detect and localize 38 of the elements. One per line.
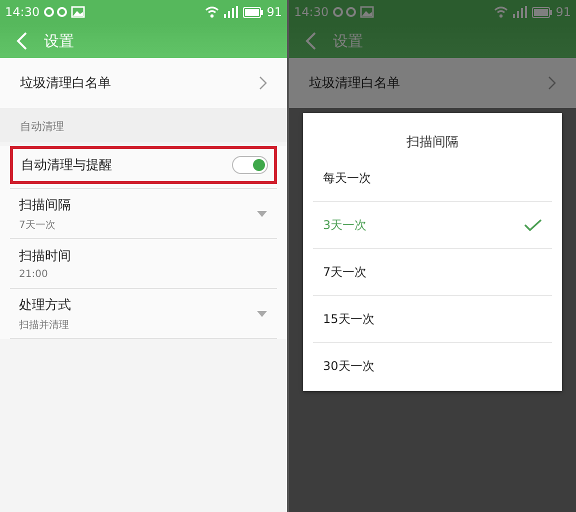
- notification-icons: [44, 6, 86, 18]
- signal-icon: [222, 6, 239, 18]
- interval-option[interactable]: 7天一次: [313, 248, 552, 295]
- wifi-icon: [204, 6, 219, 18]
- notification-icons: [332, 6, 375, 18]
- signal-icon: [512, 6, 528, 18]
- chevron-icon: [259, 76, 267, 90]
- whitelist-item[interactable]: 垃圾清理白名单: [0, 58, 287, 108]
- whitelist-item[interactable]: 垃圾清理白名单: [289, 58, 576, 108]
- screen-title: 设置: [333, 32, 363, 50]
- dropdown-icon[interactable]: [257, 310, 267, 316]
- interval-option[interactable]: 15天一次: [313, 295, 552, 342]
- setting-value: 扫描并清理: [19, 318, 70, 332]
- setting-value: 7天一次: [19, 218, 56, 232]
- auto-clean-row[interactable]: 自动清理与提醒: [10, 146, 277, 184]
- setting-label: 处理方式: [19, 296, 71, 314]
- interval-option[interactable]: 30天一次: [313, 342, 552, 389]
- section-header: 自动清理: [0, 108, 287, 142]
- setting-value: 21:00: [19, 269, 49, 280]
- wifi-icon: [494, 6, 508, 18]
- screen-title: 设置: [44, 32, 74, 50]
- dropdown-icon[interactable]: [257, 210, 267, 216]
- status-time: 14:30: [294, 5, 329, 19]
- setting-label: 扫描时间: [19, 248, 71, 265]
- setting-label: 扫描间隔: [19, 196, 71, 214]
- setting-label: 自动清理与提醒: [21, 157, 112, 174]
- back-icon[interactable]: [16, 32, 28, 50]
- battery-icon: [242, 6, 263, 18]
- interval-option[interactable]: 每天一次: [313, 155, 552, 201]
- battery-icon: [532, 6, 552, 18]
- back-icon[interactable]: [305, 32, 317, 50]
- check-icon: [524, 218, 542, 232]
- chevron-icon: [548, 76, 556, 90]
- status-time: 14:30: [5, 5, 40, 19]
- battery-level: 91: [266, 5, 282, 19]
- toggle-switch[interactable]: [232, 156, 268, 174]
- dialog-title: 扫描间隔: [406, 134, 460, 152]
- battery-level: 91: [556, 5, 571, 19]
